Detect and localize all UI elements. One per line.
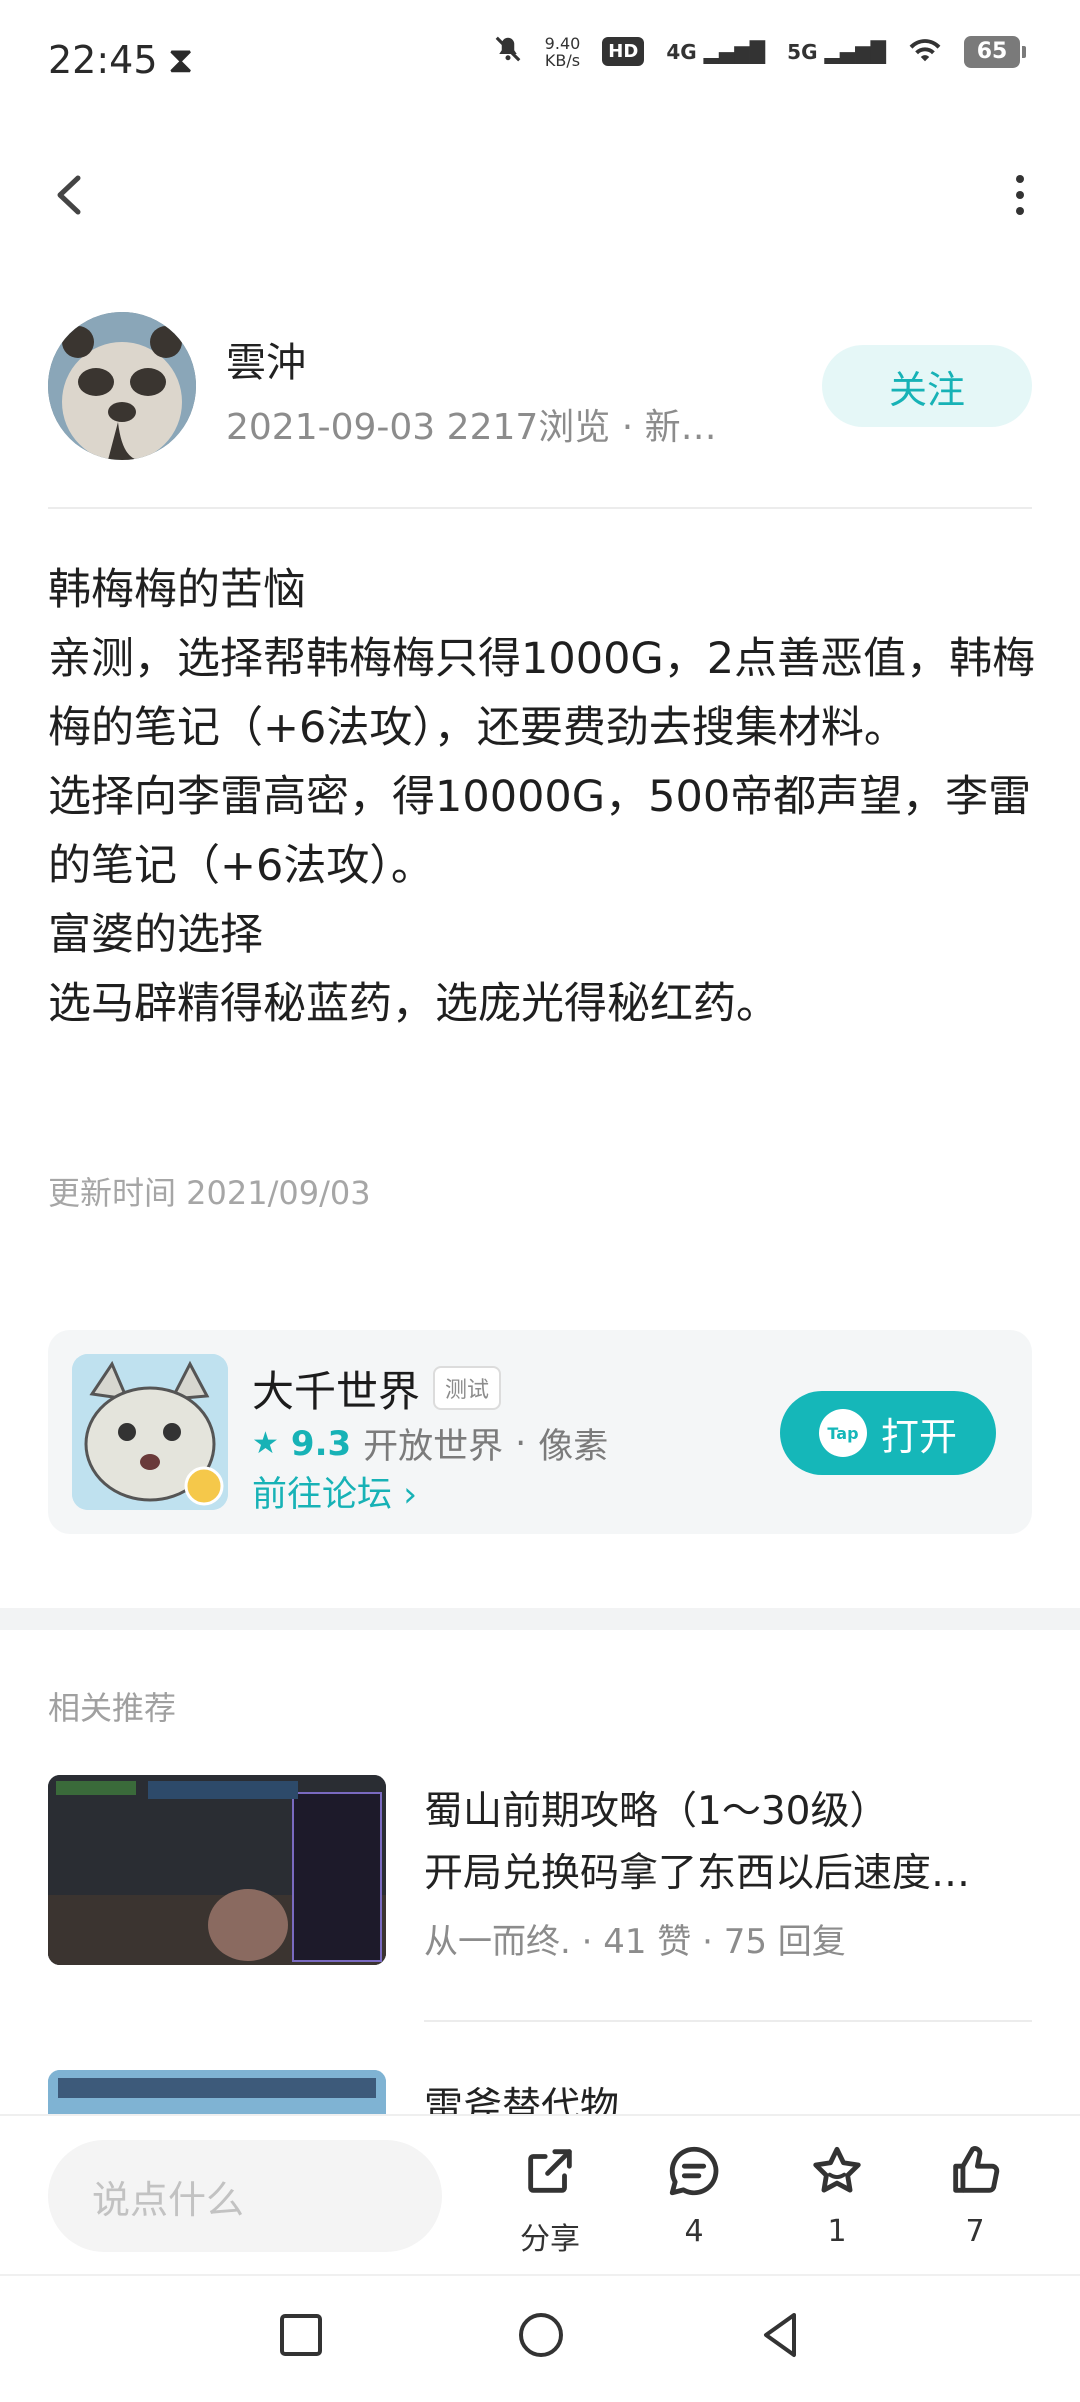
- panda-avatar-image: [48, 312, 196, 460]
- back-nav-button[interactable]: [756, 2310, 804, 2360]
- post-content: 韩梅梅的苦恼 亲测，选择帮韩梅梅只得1000G，2点善恶值，韩梅梅的笔记（+6法…: [48, 556, 1038, 1039]
- app-genre: 开放世界: [363, 1427, 504, 1467]
- follow-button[interactable]: 关注: [822, 345, 1032, 427]
- open-label: 打开: [880, 1414, 957, 1459]
- more-dot: [1016, 207, 1024, 215]
- app-genre: 像素: [538, 1427, 609, 1467]
- mute-icon: [493, 34, 523, 69]
- share-icon: [528, 2149, 572, 2193]
- net-speed-unit: KB/s: [544, 50, 581, 70]
- related-title[interactable]: 蜀山前期攻略（1～30级）: [424, 1780, 888, 1836]
- related-subtitle[interactable]: 开局兑换码拿了东西以后速度…: [424, 1842, 1014, 1898]
- favorite-count: 1: [827, 2214, 847, 2249]
- square-icon: [280, 2314, 322, 2356]
- post-line: 选择向李雷高密，得10000G，500帝都声望，李雷的笔记（+6法攻）。: [48, 772, 1032, 891]
- like-button[interactable]: 7: [915, 2142, 1035, 2249]
- test-tag: 测试: [433, 1366, 502, 1410]
- recents-button[interactable]: [278, 2312, 324, 2358]
- network-5g: 5G ▂▄▆█: [787, 39, 886, 64]
- status-icons: 9.40 KB/s HD 4G ▂▄▆█ 5G ▂▄▆█ 65: [493, 34, 1026, 69]
- back-button[interactable]: [40, 160, 100, 230]
- status-time: 22:45: [48, 38, 158, 82]
- post-line: 韩梅梅的苦恼: [48, 565, 306, 615]
- divider: [48, 507, 1032, 509]
- app-meta: ★ 9.3 开放世界 · 像素: [252, 1418, 608, 1469]
- wifi-icon: [908, 36, 942, 68]
- cat-app-icon: [72, 1354, 228, 1510]
- comment-button[interactable]: 4: [634, 2142, 754, 2249]
- author-name[interactable]: 雲沖: [226, 330, 306, 388]
- comment-input[interactable]: 说点什么: [48, 2140, 442, 2252]
- network-4g-label: 4G: [666, 39, 697, 64]
- star-outline-icon: [813, 2146, 861, 2193]
- more-dot: [1016, 191, 1024, 199]
- thumbs-up-icon: [953, 2146, 1000, 2193]
- more-options-button[interactable]: [990, 160, 1050, 230]
- hd-badge: HD: [602, 37, 645, 66]
- app-icon[interactable]: [72, 1354, 228, 1510]
- post-line: 富婆的选择: [48, 910, 263, 960]
- related-section-title: 相关推荐: [48, 1689, 177, 1727]
- chevron-left-icon: [57, 175, 81, 215]
- taptap-icon: Tap: [818, 1409, 867, 1457]
- star-icon: ★: [252, 1426, 279, 1461]
- post-meta: 2021-09-03 2217浏览 · 新…: [226, 407, 717, 448]
- forum-link[interactable]: 前往论坛 ›: [252, 1466, 417, 1517]
- update-time: 更新时间 2021/09/03: [48, 1174, 371, 1212]
- share-button[interactable]: 分享: [490, 2142, 610, 2258]
- comment-icon: [669, 2146, 719, 2196]
- network-5g-label: 5G: [787, 39, 818, 64]
- related-thumbnail[interactable]: [48, 1775, 386, 1965]
- favorite-button[interactable]: 1: [777, 2142, 897, 2249]
- more-dot: [1016, 175, 1024, 183]
- triangle-back-icon: [764, 2313, 796, 2357]
- battery-icon: 65: [964, 35, 1026, 68]
- related-meta: 从一而终. · 41 赞 · 75 回复: [424, 1922, 846, 1962]
- circle-icon: [519, 2313, 563, 2357]
- network-4g: 4G ▂▄▆█: [666, 39, 766, 64]
- divider: [424, 2020, 1032, 2022]
- separator-dot: ·: [515, 1423, 527, 1464]
- hourglass-icon: ⧗: [168, 40, 194, 81]
- net-speed: 9.40 KB/s: [545, 35, 581, 69]
- share-label: 分享: [520, 2222, 580, 2257]
- app-rating: 9.3: [290, 1423, 352, 1464]
- section-divider: [0, 1608, 1080, 1630]
- game-screenshot-image: [48, 1775, 386, 1965]
- post-line: 亲测，选择帮韩梅梅只得1000G，2点善恶值，韩梅梅的笔记（+6法攻），还要费劲…: [48, 634, 1036, 753]
- post-line: 选马辟精得秘蓝药，选庞光得秘红药。: [48, 979, 779, 1029]
- home-button[interactable]: [516, 2310, 566, 2360]
- app-name[interactable]: 大千世界: [252, 1358, 420, 1419]
- comment-count: 4: [684, 2214, 704, 2249]
- open-app-button[interactable]: Tap 打开: [780, 1391, 996, 1475]
- like-count: 7: [965, 2214, 985, 2249]
- author-avatar[interactable]: [48, 312, 196, 460]
